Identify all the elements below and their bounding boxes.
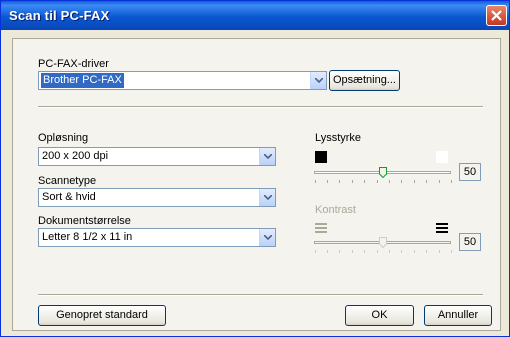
- separator-bottom: [38, 294, 483, 296]
- resolution-dropdown-button[interactable]: [259, 148, 275, 165]
- docsize-value: Letter 8 1/2 x 11 in: [42, 231, 133, 243]
- docsize-select[interactable]: Letter 8 1/2 x 11 in: [38, 228, 276, 247]
- close-icon: [491, 10, 502, 21]
- contrast-label: Kontrast: [315, 204, 356, 216]
- ok-button[interactable]: OK: [345, 305, 414, 326]
- contrast-value: 50: [459, 233, 481, 251]
- resolution-value: 200 x 200 dpi: [42, 150, 109, 162]
- cancel-button[interactable]: Annuller: [424, 305, 492, 326]
- resolution-label: Opløsning: [38, 132, 89, 144]
- brightness-label: Lysstyrke: [315, 132, 362, 144]
- scantype-value: Sort & hvid: [42, 191, 96, 203]
- contrast-ticks: [315, 250, 452, 253]
- dialog-window: Scan til PC-FAX PC-FAX-driver Brother PC…: [0, 0, 510, 337]
- low-contrast-icon: [315, 223, 327, 233]
- scantype-select[interactable]: Sort & hvid: [38, 188, 276, 207]
- settings-panel: PC-FAX-driver Brother PC-FAX Opsætning..…: [12, 38, 501, 331]
- brightness-ticks: [315, 180, 452, 183]
- setup-button[interactable]: Opsætning...: [329, 70, 400, 91]
- brightness-slider-thumb[interactable]: [379, 167, 387, 178]
- reset-defaults-button[interactable]: Genopret standard: [38, 305, 166, 326]
- close-button[interactable]: [486, 5, 507, 26]
- driver-value: Brother PC-FAX: [41, 73, 124, 88]
- title-bar[interactable]: Scan til PC-FAX: [1, 1, 509, 30]
- driver-label: PC-FAX-driver: [38, 58, 109, 70]
- driver-select[interactable]: Brother PC-FAX: [38, 71, 327, 90]
- separator-top: [38, 106, 483, 108]
- brightness-value: 50: [459, 163, 481, 181]
- window-title: Scan til PC-FAX: [9, 8, 110, 23]
- driver-dropdown-button[interactable]: [310, 72, 326, 89]
- chevron-down-icon: [315, 78, 323, 83]
- resolution-select[interactable]: 200 x 200 dpi: [38, 147, 276, 166]
- scantype-dropdown-button[interactable]: [259, 189, 275, 206]
- docsize-dropdown-button[interactable]: [259, 229, 275, 246]
- dark-square-icon: [315, 151, 327, 163]
- contrast-slider-thumb[interactable]: [379, 237, 387, 248]
- chevron-down-icon: [264, 235, 272, 240]
- light-square-icon: [436, 151, 448, 163]
- scantype-label: Scannetype: [38, 175, 97, 187]
- chevron-down-icon: [264, 195, 272, 200]
- docsize-label: Dokumentstørrelse: [38, 215, 131, 227]
- chevron-down-icon: [264, 154, 272, 159]
- high-contrast-icon: [436, 223, 448, 233]
